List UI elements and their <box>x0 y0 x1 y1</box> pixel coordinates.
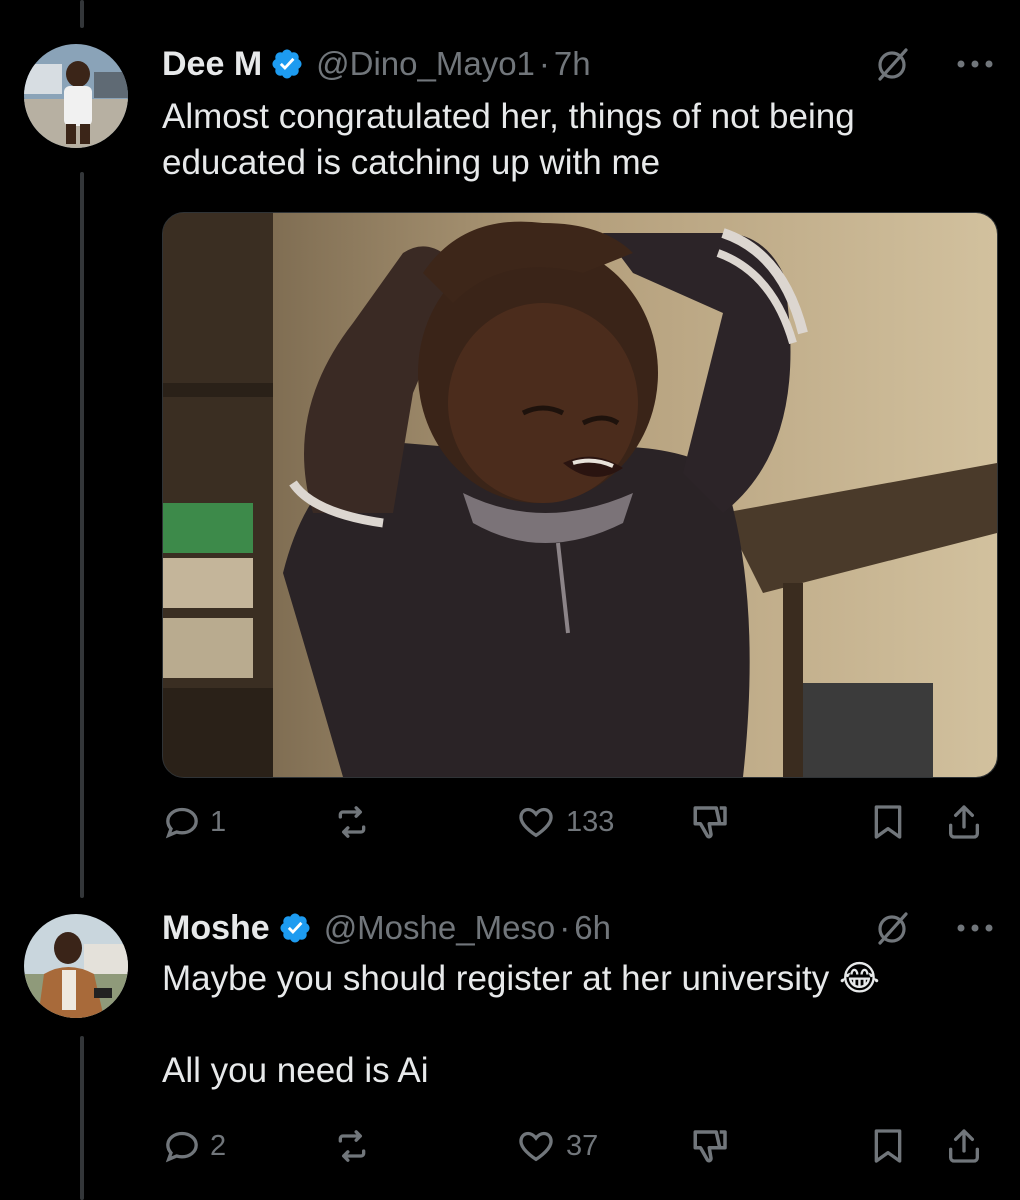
display-name[interactable]: Dee M <box>162 45 262 84</box>
reply-button[interactable]: 2 <box>162 1124 226 1168</box>
repost-icon <box>330 802 374 842</box>
bookmark-button[interactable] <box>868 1124 908 1168</box>
verified-badge-icon <box>278 911 312 945</box>
more-icon[interactable] <box>956 58 994 70</box>
reply-button[interactable]: 1 <box>162 800 226 844</box>
like-icon <box>514 802 558 842</box>
display-name[interactable]: Moshe <box>162 909 270 948</box>
bookmark-icon <box>868 801 908 843</box>
like-button[interactable]: 133 <box>514 800 614 844</box>
like-button[interactable]: 37 <box>514 1124 598 1168</box>
like-count: 133 <box>566 805 615 838</box>
share-button[interactable] <box>944 800 984 844</box>
share-icon <box>944 801 984 843</box>
tweet-text: Almost congratulated her, things of not … <box>162 97 855 182</box>
tweet-media-image[interactable] <box>162 212 998 778</box>
avatar[interactable] <box>24 44 128 148</box>
verified-badge-icon <box>270 47 304 81</box>
dislike-icon <box>690 801 732 843</box>
thread-line <box>80 172 84 898</box>
thread-line <box>80 1036 84 1200</box>
dislike-button[interactable] <box>690 800 732 844</box>
reply-count: 2 <box>210 1129 227 1162</box>
share-button[interactable] <box>944 1124 984 1168</box>
grok-icon[interactable] <box>872 908 912 948</box>
repost-button[interactable] <box>330 800 382 844</box>
reply-icon <box>162 1126 202 1166</box>
tweet-header: Dee M @Dino_Mayo1 · 7h <box>162 42 591 86</box>
tweet-text: Maybe you should register at her univers… <box>162 959 880 1090</box>
tweet-header: Moshe @Moshe_Meso · 6h <box>162 906 611 950</box>
bookmark-icon <box>868 1125 908 1167</box>
reply-icon <box>162 802 202 842</box>
avatar[interactable] <box>24 914 128 1018</box>
bookmark-button[interactable] <box>868 800 908 844</box>
reply-count: 1 <box>210 805 227 838</box>
dislike-button[interactable] <box>690 1124 732 1168</box>
repost-button[interactable] <box>330 1124 382 1168</box>
dislike-icon <box>690 1125 732 1167</box>
timestamp[interactable]: 6h <box>574 909 611 947</box>
handle[interactable]: @Dino_Mayo1 <box>316 45 535 83</box>
thread-line <box>80 0 84 28</box>
repost-icon <box>330 1126 374 1166</box>
share-icon <box>944 1125 984 1167</box>
grok-icon[interactable] <box>872 44 912 84</box>
more-icon[interactable] <box>956 922 994 934</box>
tweet-actions: 2 37 <box>162 1124 994 1168</box>
timestamp[interactable]: 7h <box>554 45 591 83</box>
like-count: 37 <box>566 1129 599 1162</box>
like-icon <box>514 1126 558 1166</box>
handle[interactable]: @Moshe_Meso <box>324 909 556 947</box>
separator: · <box>538 45 550 82</box>
tweet-actions: 1 133 <box>162 800 994 844</box>
separator: · <box>559 909 571 946</box>
